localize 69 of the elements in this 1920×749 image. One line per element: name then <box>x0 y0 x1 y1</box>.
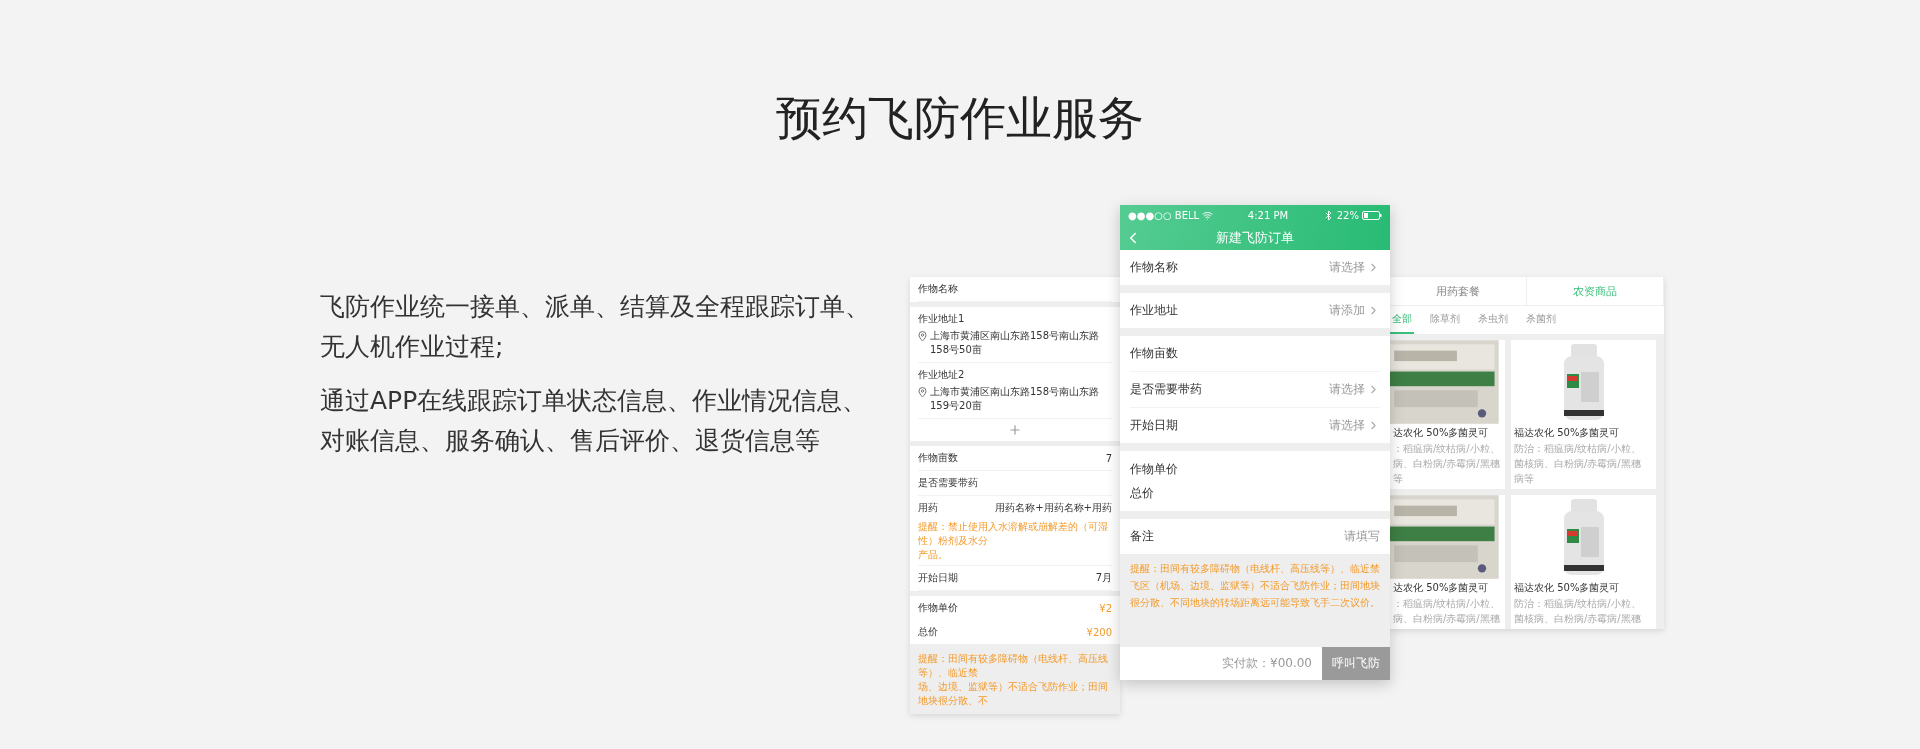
product-description: 防治：稻瘟病/纹枯病/小粒、 <box>1513 442 1642 455</box>
price-label: 总价 <box>918 625 938 639</box>
add-icon[interactable] <box>1008 423 1022 437</box>
field-label: 作物名称 <box>1130 259 1178 276</box>
price-label: 作物单价 <box>1130 460 1178 478</box>
product-name: 福达农化 50%多菌灵可 <box>1513 581 1621 595</box>
field-value: 7月 <box>1095 571 1112 585</box>
field-label: 是否需要带药 <box>1130 381 1202 398</box>
field-label: 备注 <box>1130 528 1154 545</box>
product-description: ：稻瘟病/纹枯病/小粒、 <box>1392 442 1501 455</box>
price-label: 作物单价 <box>918 601 958 615</box>
battery-icon <box>1362 210 1382 220</box>
product-description: 病等 <box>1513 472 1535 485</box>
product-description: 菌核病、白粉病/赤霉病/黑穗 <box>1513 457 1642 470</box>
field-value: 用药名称+用药名称+用药 <box>995 501 1112 515</box>
product-tile[interactable]: 达农化 50%多菌灵可 ：稻瘟病/纹枯病/小粒、 病、白粉病/赤霉病/黑穗 <box>1390 495 1505 629</box>
price-value: ¥2 <box>1099 602 1112 614</box>
product-tile[interactable]: 福达农化 50%多菌灵可 防治：稻瘟病/纹枯病/小粒、 菌核病、白粉病/赤霉病/黑穗 病等 <box>1511 340 1656 489</box>
product-description: 病、白粉病/赤霉病/黑穗 <box>1392 457 1501 470</box>
address-text: 上海市黄浦区南山东路158号南山东路159号20亩 <box>930 385 1101 413</box>
product-description: 菌核病、白粉病/赤霉病/黑穗 <box>1513 612 1642 625</box>
field-value: 7 <box>1105 452 1112 464</box>
warning-text: 提醒：禁止使用入水溶解或崩解差的（可湿性）粉剂及水分 <box>918 520 1109 548</box>
intro-paragraph: 通过APP在线跟踪订单状态信息、作业情况信息、对账信息、服务确认、售后评价、退货信息等 <box>320 385 869 457</box>
location-pin-icon <box>918 387 927 398</box>
address-label: 作业地址1 <box>918 312 966 326</box>
location-pin-icon <box>918 331 927 342</box>
product-description: 防治：稻瘟病/纹枯病/小粒、 <box>1513 597 1642 610</box>
field-label: 用药 <box>918 501 938 515</box>
product-name: 达农化 50%多菌灵可 <box>1392 426 1490 440</box>
warning-text: 提醒：田间有较多障碍物（电线杆、高压线等）、临近禁 <box>918 652 1109 680</box>
category-tab[interactable]: 全部 <box>1390 306 1414 334</box>
warning-text: 场、边境、监狱等）不适合飞防作业；田间地块很分散、不 <box>918 680 1109 708</box>
product-name: 福达农化 50%多菌灵可 <box>1513 426 1621 440</box>
field-label: 开始日期 <box>918 571 958 585</box>
field-label: 作物名称 <box>918 282 958 296</box>
field-label: 作业地址 <box>1130 302 1178 319</box>
address-text: 上海市黄浦区南山东路158号南山东路158号50亩 <box>930 329 1101 357</box>
field-label: 作物亩数 <box>918 451 958 465</box>
tab[interactable]: 用药套餐 <box>1390 277 1527 305</box>
battery-text: 22% <box>1336 209 1359 221</box>
product-name: 达农化 50%多菌灵可 <box>1392 581 1490 595</box>
screen-title: 新建飞防订单 <box>1216 228 1294 247</box>
product-description: ：稻瘟病/纹枯病/小粒、 <box>1392 597 1501 610</box>
product-description: 病、白粉病/赤霉病/黑穗 <box>1392 612 1501 625</box>
product-tile[interactable]: 福达农化 50%多菌灵可 防治：稻瘟病/纹枯病/小粒、 菌核病、白粉病/赤霉病/黑穗 <box>1511 495 1656 629</box>
product-description: 等 <box>1392 472 1404 485</box>
product-tile[interactable]: 达农化 50%多菌灵可 ：稻瘟病/纹枯病/小粒、 病、白粉病/赤霉病/黑穗 等 <box>1390 340 1505 489</box>
address-label: 作业地址2 <box>918 368 966 382</box>
select-button[interactable]: 请选择 <box>1329 381 1380 398</box>
field-label: 是否需要带药 <box>918 476 978 490</box>
price-value: ¥200 <box>1086 626 1112 638</box>
wifi-icon <box>1202 209 1214 221</box>
warning-text: 提醒：田间有较多障碍物（电线杆、高压线等）、临近禁飞区（机场、边境、监狱等）不适合飞防作业；田间地块很分散、不同地块的转场距离远可能导致飞手二次议价。 <box>1129 562 1381 610</box>
field-label: 作物亩数 <box>1130 345 1178 362</box>
total-amount: 实付款：¥00.00 <box>1221 655 1313 672</box>
carrier-text: ●●●○○ BELL <box>1128 209 1200 221</box>
page-title: 预约飞防作业服务 <box>775 90 1145 147</box>
call-drone-button[interactable]: 呼叫飞防 <box>1322 647 1390 680</box>
price-label: 总价 <box>1130 484 1154 502</box>
select-button[interactable]: 请选择 <box>1329 259 1380 276</box>
remark-input[interactable]: 请填写 <box>1344 528 1380 545</box>
select-button[interactable]: 请选择 <box>1329 417 1380 434</box>
tab[interactable]: 农资商品 <box>1527 277 1664 305</box>
field-label: 开始日期 <box>1130 417 1178 434</box>
intro-paragraph: 飞防作业统一接单、派单、结算及全程跟踪订单、无人机作业过程; <box>320 291 871 363</box>
select-button[interactable]: 请添加 <box>1329 302 1380 319</box>
clock-text: 4:21 PM <box>1247 209 1289 221</box>
warning-text: 产品。 <box>918 548 949 562</box>
